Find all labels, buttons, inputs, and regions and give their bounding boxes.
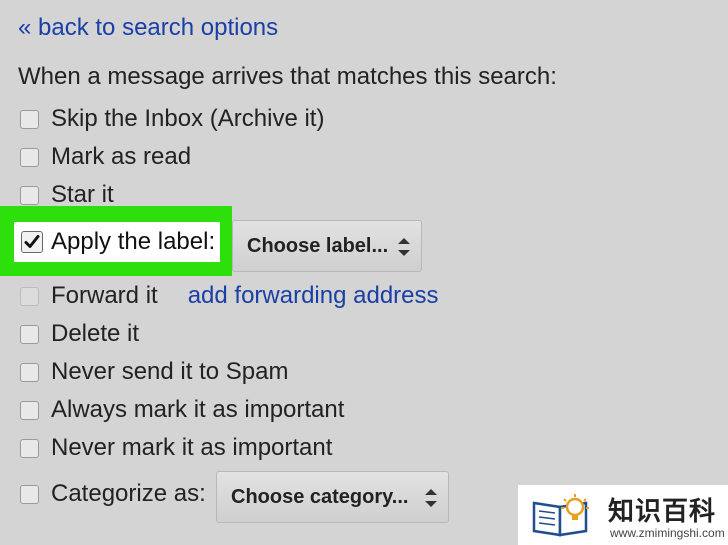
select-arrows-icon <box>425 489 437 507</box>
choose-label-value: Choose label... <box>247 234 389 257</box>
option-skip-inbox[interactable]: Skip the Inbox (Archive it) <box>20 102 324 136</box>
filter-actions-heading: When a message arrives that matches this… <box>18 63 557 90</box>
star-it-checkbox[interactable] <box>20 185 39 205</box>
apply-label-checkbox[interactable] <box>21 231 43 253</box>
choose-category-value: Choose category... <box>231 485 409 508</box>
forward-it-label: Forward it <box>51 282 158 309</box>
watermark-url: www.zmimingshi.com <box>610 526 725 540</box>
back-to-search-options-link[interactable]: « back to search options <box>18 14 278 42</box>
option-delete-it[interactable]: Delete it <box>20 317 139 351</box>
option-categorize-as[interactable]: Categorize as: <box>20 477 206 511</box>
select-arrows-icon <box>398 238 410 256</box>
never-spam-label: Never send it to Spam <box>51 358 289 385</box>
apply-label-text: Apply the label: <box>51 228 216 255</box>
checkmark-icon <box>24 235 40 248</box>
option-mark-as-read[interactable]: Mark as read <box>20 140 191 174</box>
always-important-label: Always mark it as important <box>51 396 345 423</box>
always-important-checkbox[interactable] <box>20 400 39 420</box>
mark-as-read-label: Mark as read <box>51 143 192 170</box>
watermark-title: 知识百科 <box>608 497 717 527</box>
book-lightbulb-icon <box>532 494 589 537</box>
star-it-label: Star it <box>51 181 114 208</box>
skip-inbox-label: Skip the Inbox (Archive it) <box>51 105 325 132</box>
delete-it-checkbox[interactable] <box>20 324 39 344</box>
option-forward-it[interactable]: Forward it add forwarding address <box>20 279 439 313</box>
option-never-spam[interactable]: Never send it to Spam <box>20 355 288 389</box>
choose-label-select[interactable]: Choose label... <box>232 220 422 272</box>
never-spam-checkbox[interactable] <box>20 362 39 382</box>
option-always-important[interactable]: Always mark it as important <box>20 393 344 427</box>
delete-it-label: Delete it <box>51 320 140 347</box>
watermark: 知识百科 www.zmimingshi.com <box>518 485 728 545</box>
choose-category-select[interactable]: Choose category... <box>216 471 449 523</box>
add-forwarding-address-link[interactable]: add forwarding address <box>188 282 439 310</box>
skip-inbox-checkbox[interactable] <box>20 109 39 129</box>
categorize-as-label: Categorize as: <box>51 480 206 507</box>
forward-it-checkbox[interactable] <box>20 286 39 306</box>
categorize-as-checkbox[interactable] <box>20 484 39 504</box>
mark-as-read-checkbox[interactable] <box>20 147 39 167</box>
option-never-important[interactable]: Never mark it as important <box>20 431 332 465</box>
never-important-label: Never mark it as important <box>51 434 333 461</box>
never-important-checkbox[interactable] <box>20 438 39 458</box>
